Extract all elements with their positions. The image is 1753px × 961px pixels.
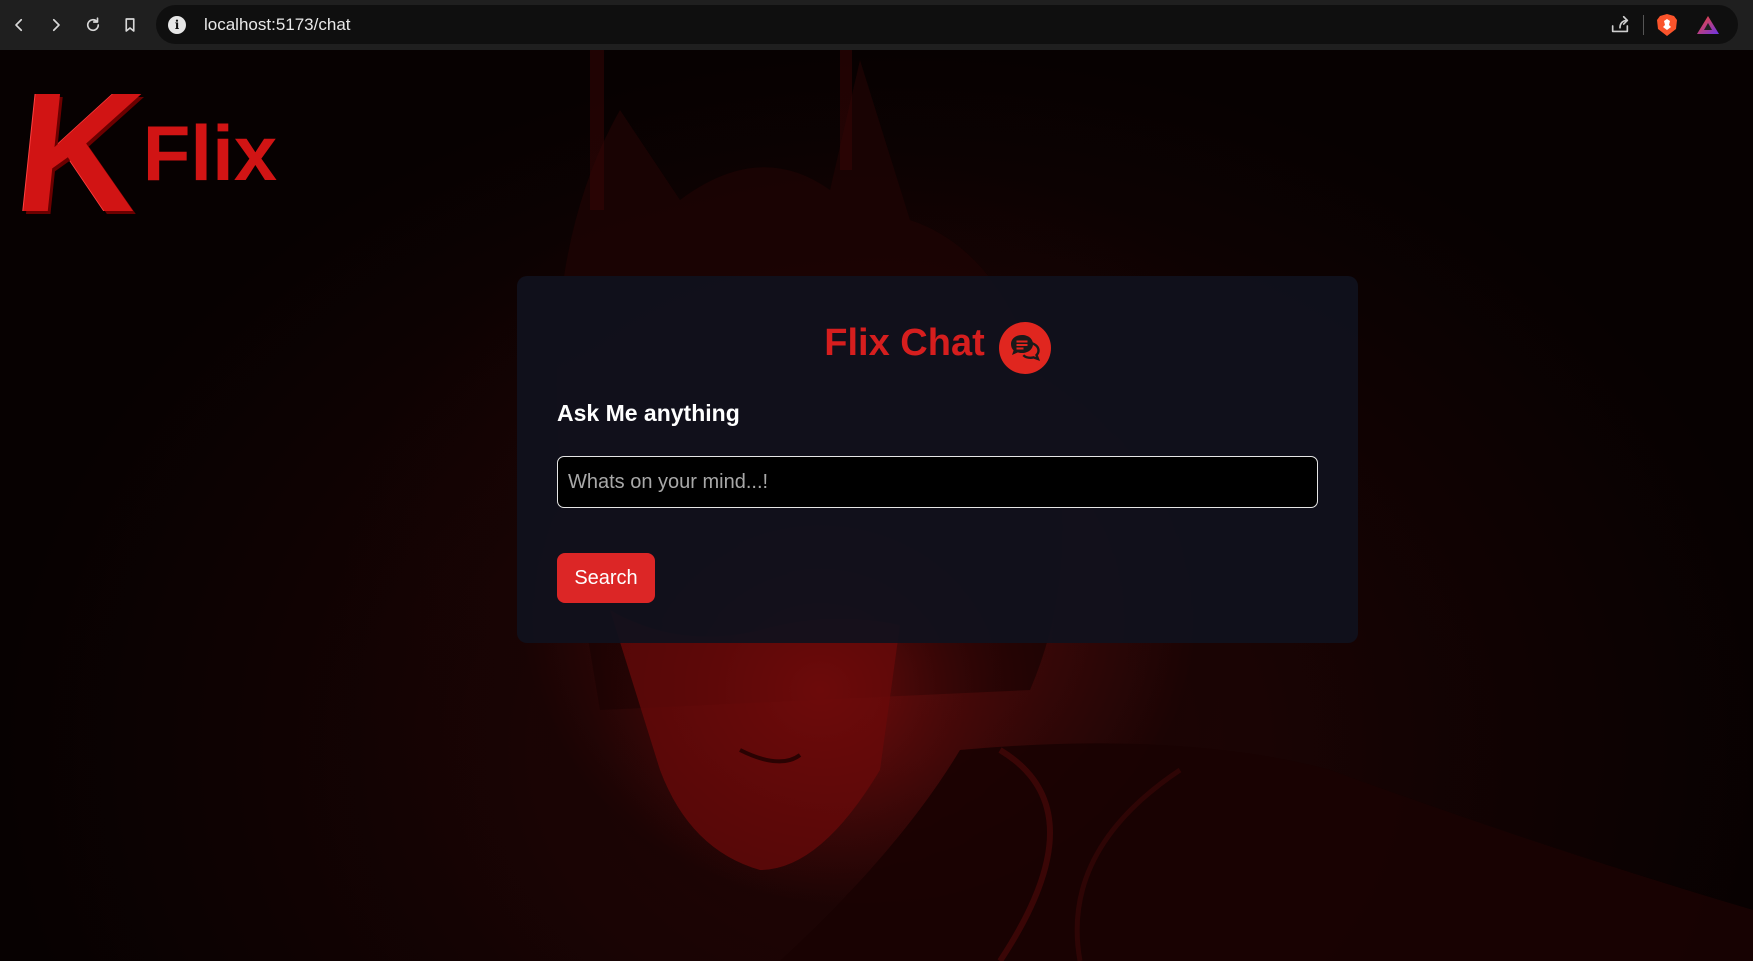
address-bar[interactable]: i localhost:5173/chat bbox=[156, 5, 1738, 44]
bookmark-button[interactable] bbox=[112, 7, 148, 43]
logo-flix-text: Flix bbox=[142, 109, 278, 197]
page-background: K Flix Flix Chat Ask Me anything Search bbox=[0, 50, 1753, 961]
forward-icon bbox=[52, 18, 60, 32]
back-icon bbox=[15, 18, 23, 32]
reload-icon bbox=[86, 17, 100, 32]
reload-button[interactable] bbox=[75, 7, 111, 43]
chat-card: Flix Chat Ask Me anything Search bbox=[517, 276, 1358, 643]
site-info-icon[interactable]: i bbox=[168, 15, 186, 34]
url-text[interactable]: localhost:5173/chat bbox=[204, 15, 351, 35]
address-bar-actions bbox=[1609, 5, 1720, 44]
logo-k-letter: K bbox=[8, 58, 147, 248]
bookmark-icon bbox=[125, 18, 135, 32]
ask-label: Ask Me anything bbox=[557, 400, 740, 426]
browser-toolbar: i localhost:5173/chat bbox=[0, 0, 1753, 50]
chat-input[interactable] bbox=[557, 456, 1318, 508]
chat-card-header: Flix Chat bbox=[517, 312, 1358, 374]
share-icon[interactable] bbox=[1609, 14, 1631, 36]
brave-shields-icon[interactable] bbox=[1656, 13, 1678, 37]
forward-button[interactable] bbox=[38, 7, 74, 43]
chat-title: Flix Chat bbox=[824, 321, 985, 364]
brave-rewards-icon[interactable] bbox=[1696, 14, 1720, 36]
chat-bubble-icon bbox=[998, 322, 1051, 374]
search-button[interactable]: Search bbox=[557, 553, 655, 603]
kflix-logo[interactable]: K Flix bbox=[8, 58, 278, 248]
back-button[interactable] bbox=[1, 7, 37, 43]
toolbar-divider bbox=[1643, 14, 1644, 35]
